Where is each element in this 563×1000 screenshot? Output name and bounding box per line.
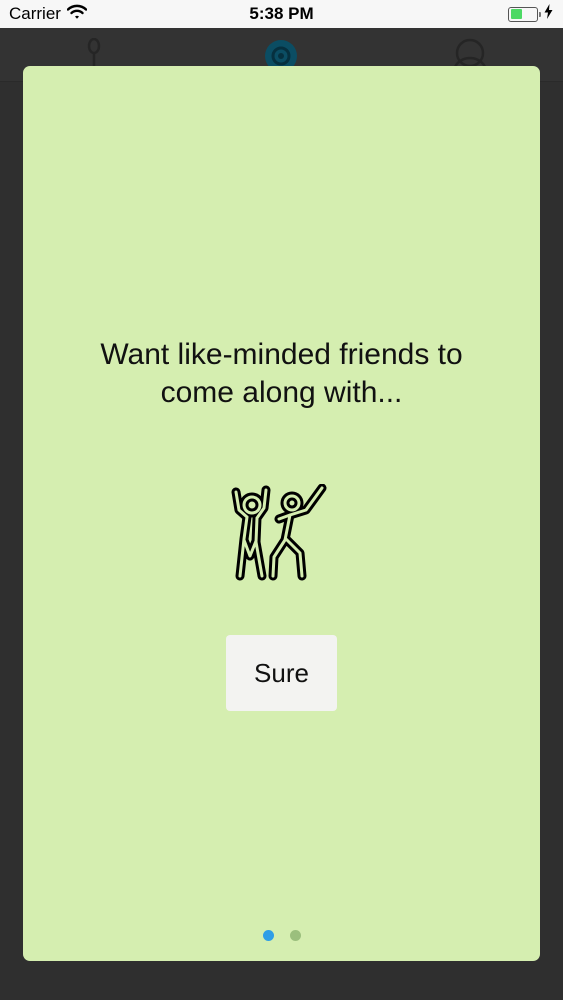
page-indicator [23,930,540,941]
status-bar: Carrier 5:38 PM [0,0,563,28]
sure-button[interactable]: Sure [226,635,337,711]
charging-bolt-icon [544,4,553,24]
status-right [508,4,553,24]
wifi-icon [66,4,88,25]
status-left: Carrier [9,4,88,25]
dancing-people-icon [228,483,328,589]
modal-headline: Want like-minded friends to come along w… [100,338,463,409]
page-dot-2[interactable] [289,930,301,941]
page-dot-1[interactable] [262,930,274,941]
onboarding-modal: Want like-minded friends to come along w… [23,66,540,961]
battery-icon [508,6,541,22]
battery-level [510,9,522,19]
carrier-label: Carrier [9,4,61,23]
